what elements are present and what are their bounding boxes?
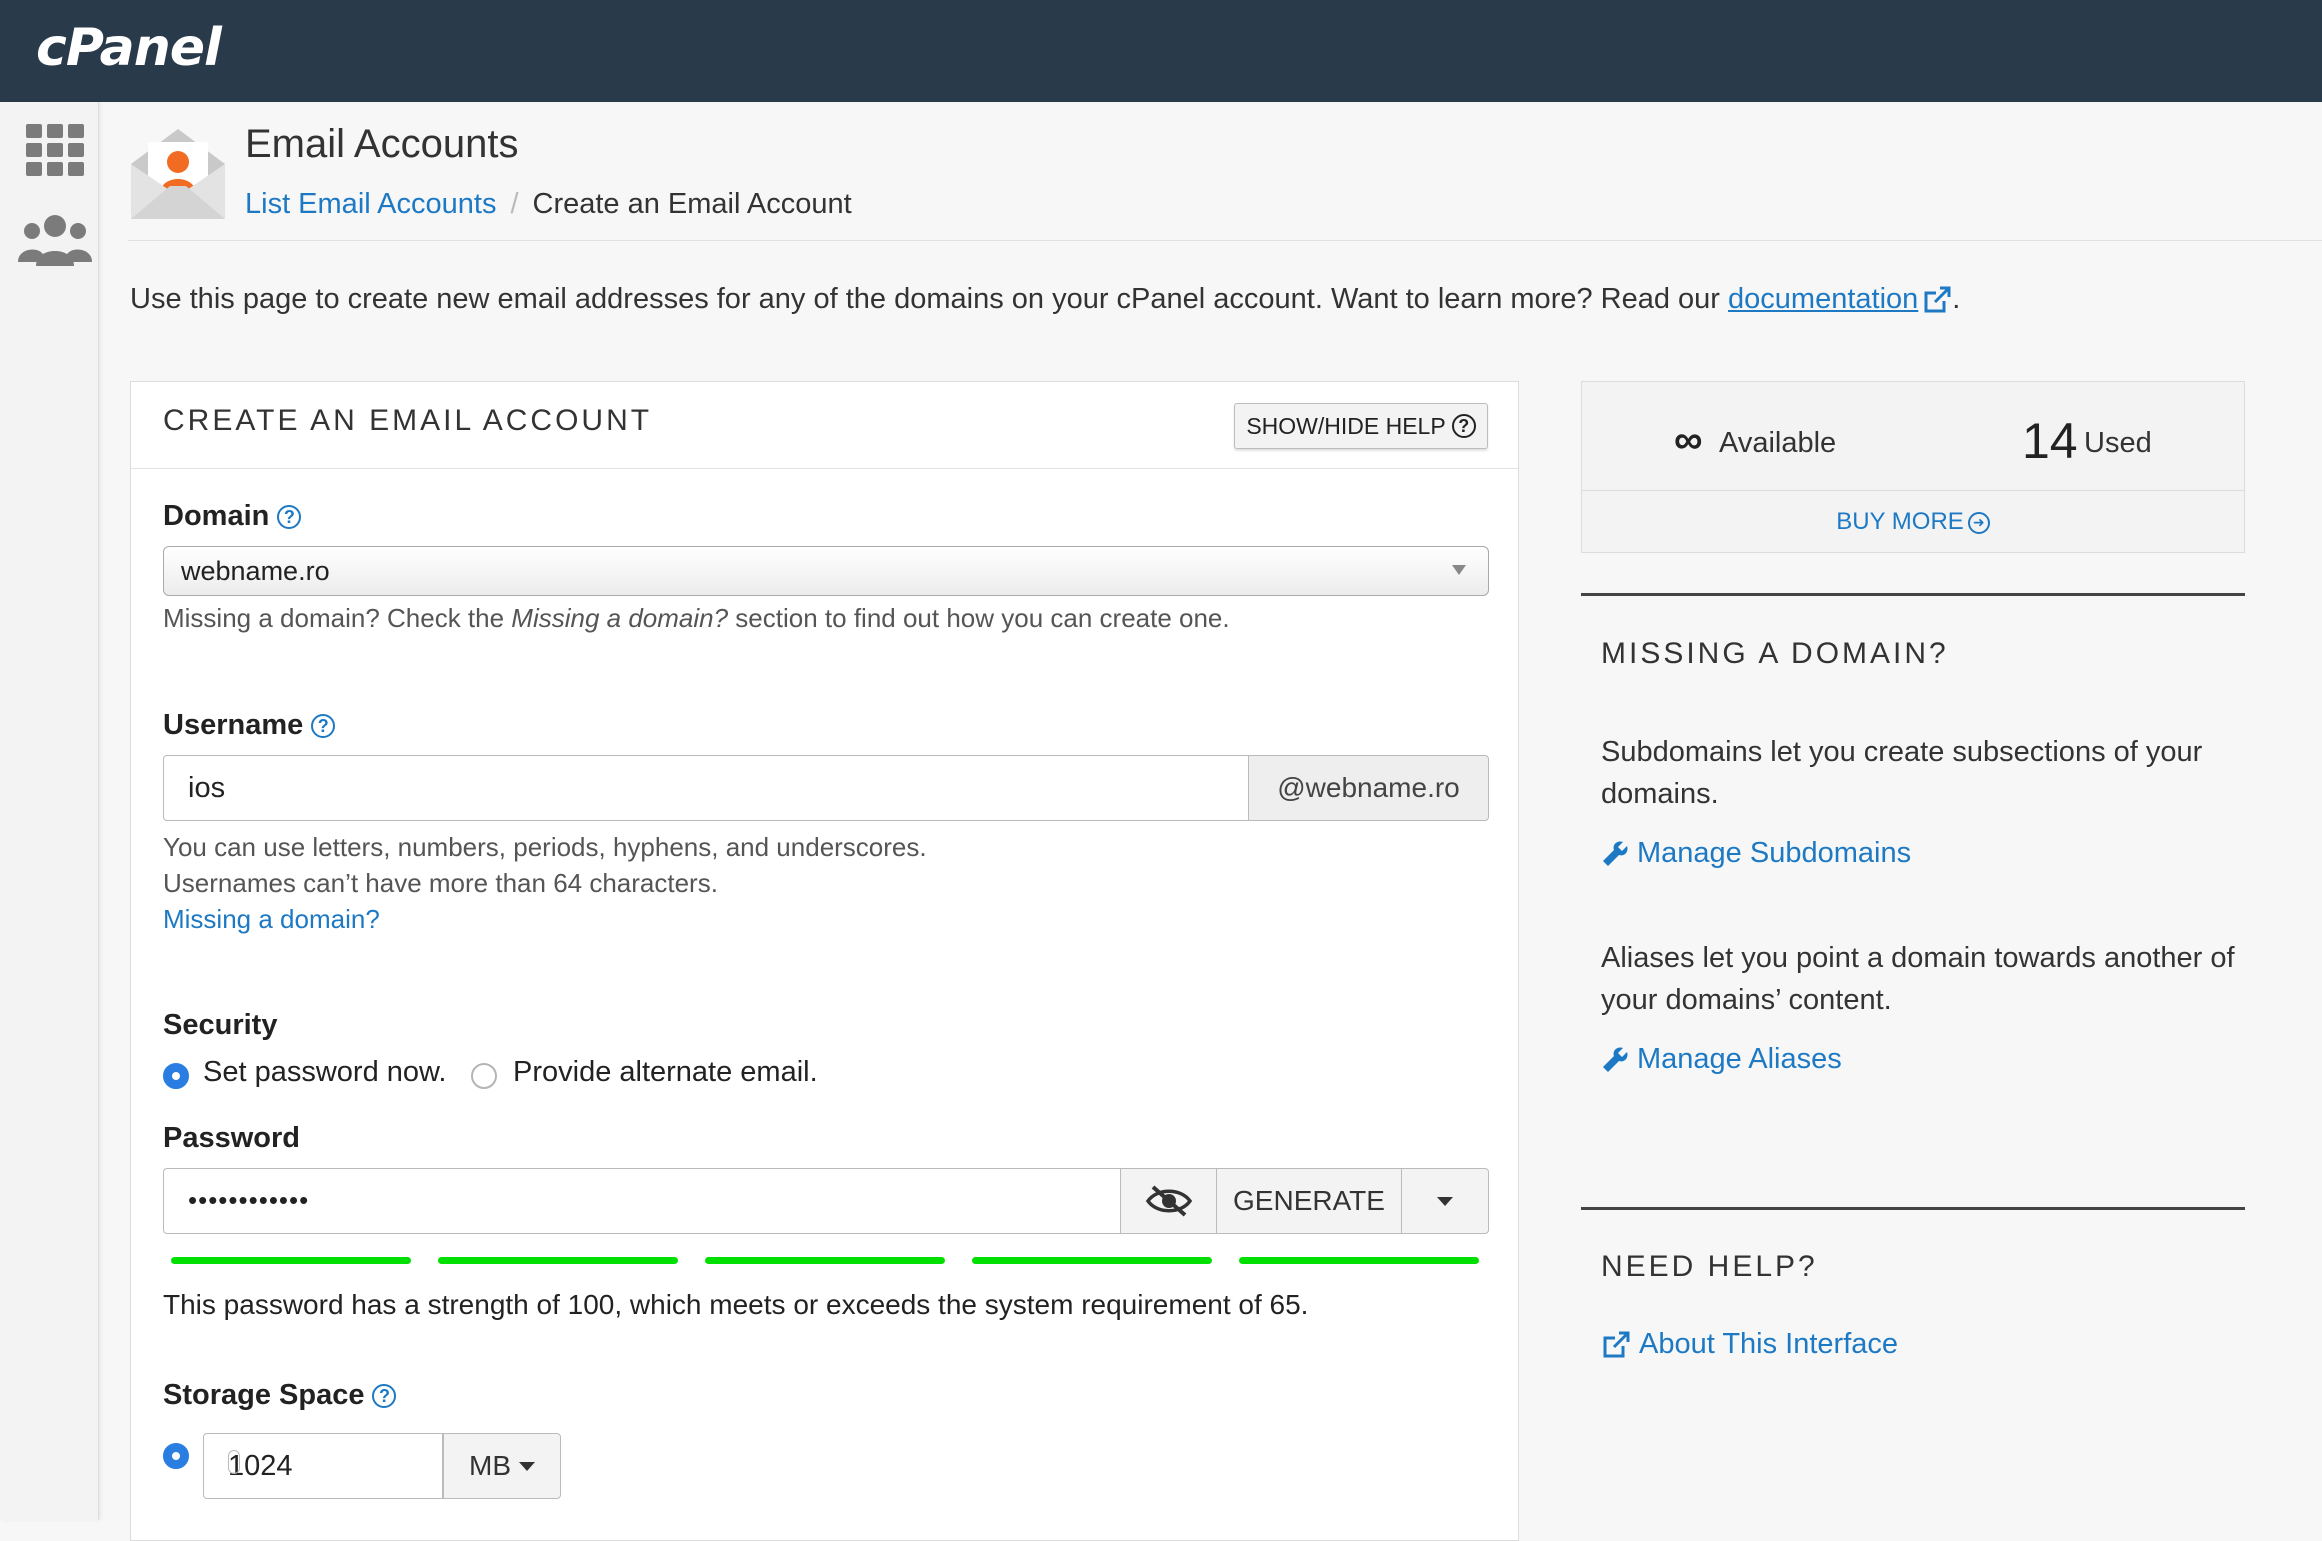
username-label-text: Username [163,709,304,741]
strength-text: This password has a strength of 100, whi… [163,1289,1309,1320]
email-accounts-icon [131,129,225,219]
cpanel-logo[interactable]: cPanel [36,18,222,78]
need-help-rule [1581,1207,2245,1210]
username-hint-1: You can use letters, numbers, periods, h… [163,832,927,862]
username-label: Username? [163,709,336,742]
account-usage-box: ∞ Available 14 Used BUY MORE ➜ [1581,381,2245,553]
header-divider [128,240,2322,241]
apps-grid-icon[interactable] [26,124,84,176]
password-label: Password [163,1122,300,1154]
page-title: Email Accounts [245,122,519,166]
toggle-password-visibility-button[interactable] [1120,1168,1217,1234]
username-help-icon[interactable]: ? [311,714,336,739]
domain-label: Domain? [163,500,302,533]
username-input[interactable]: ios [163,755,1257,821]
show-hide-help-button[interactable]: SHOW/HIDE HELP? [1234,403,1488,449]
generate-password-button[interactable]: GENERATE [1216,1168,1402,1234]
domain-select[interactable]: webname.ro [163,546,1489,596]
strength-segment [171,1257,411,1264]
buy-more-label: BUY MORE [1836,508,1964,535]
card-header: CREATE AN EMAIL ACCOUNT SHOW/HIDE HELP? [131,382,1518,469]
wrench-icon [1603,1046,1628,1072]
security-label: Security [163,1009,278,1041]
caret-down-icon [519,1461,535,1471]
domain-label-text: Domain [163,500,270,532]
password-input-value: •••••••••••• [188,1185,310,1215]
domain-hint-b: section to find out how you can create o… [728,603,1230,633]
intro-end: . [1952,283,1961,315]
top-bar: cPanel [0,0,2322,102]
chevron-down-icon [1452,565,1466,575]
password-input[interactable]: •••••••••••• [163,1168,1121,1234]
eye-slash-icon [1145,1185,1192,1217]
arrow-right-circle-icon: ➜ [1967,511,1990,534]
strength-segment [1239,1257,1479,1264]
domain-hint-em: Missing a domain? [511,603,729,633]
wrench-icon [1603,840,1628,866]
stepper-icon[interactable] [228,1450,240,1474]
infinity-icon: ∞ [1674,418,1703,462]
manage-subdomains-link[interactable]: Manage Subdomains [1601,837,1911,870]
breadcrumb-separator: / [510,188,519,220]
buy-more-button[interactable]: BUY MORE ➜ [1582,508,2244,536]
storage-quota-input[interactable]: 1024 [203,1433,443,1499]
sidebar [0,102,99,1520]
missing-domain-title: MISSING A DOMAIN? [1601,637,1949,670]
used-count: 14 [2022,413,2078,469]
strength-segment [438,1257,678,1264]
manage-aliases-label: Manage Aliases [1637,1043,1842,1075]
storage-label-text: Storage Space [163,1379,365,1411]
documentation-link[interactable]: documentation [1728,283,1918,315]
storage-help-icon[interactable]: ? [372,1384,397,1409]
storage-unit-label: MB [469,1450,511,1481]
domain-hint: Missing a domain? Check the Missing a do… [163,600,1230,636]
external-link-icon[interactable] [1922,285,1952,315]
about-interface-link[interactable]: About This Interface [1601,1328,1898,1361]
alternate-email-radio[interactable] [471,1063,497,1089]
caret-down-icon [1437,1196,1453,1206]
aliases-text: Aliases let you point a domain towards a… [1601,942,2235,1016]
external-link-icon [1603,1331,1630,1357]
storage-label: Storage Space? [163,1379,397,1412]
username-input-value: ios [188,772,226,804]
intro-body: Use this page to create new email addres… [130,283,1729,315]
help-icon: ? [1451,414,1476,438]
domain-hint-a: Missing a domain? Check the [163,603,512,633]
manage-subdomains-label: Manage Subdomains [1637,837,1912,869]
breadcrumb: List Email Accounts / Create an Email Acco… [245,188,852,221]
alternate-email-label[interactable]: Provide alternate email. [513,1056,818,1089]
set-password-radio[interactable] [163,1063,189,1089]
available-label: Available [1719,427,1837,459]
strength-segment [705,1257,945,1264]
help-button-label: SHOW/HIDE HELP [1246,412,1446,439]
intro-text: Use this page to create new email addres… [130,283,1960,316]
generate-options-dropdown[interactable] [1401,1168,1489,1234]
subdomains-text: Subdomains let you create subsections of… [1601,736,2203,810]
missing-domain-rule [1581,593,2245,596]
missing-domain-link[interactable]: Missing a domain? [163,901,380,937]
manage-aliases-link[interactable]: Manage Aliases [1601,1043,1842,1076]
card-title: CREATE AN EMAIL ACCOUNT [163,404,653,437]
username-hint-2: Usernames can’t have more than 64 charac… [163,868,718,898]
create-account-card: CREATE AN EMAIL ACCOUNT SHOW/HIDE HELP? … [130,381,1519,1541]
domain-select-value: webname.ro [181,556,330,586]
used-label: Used [2084,427,2152,459]
username-domain-suffix: @webname.ro [1248,755,1489,821]
domain-help-icon[interactable]: ? [277,505,302,530]
set-password-label[interactable]: Set password now. [203,1056,446,1089]
breadcrumb-current: Create an Email Account [532,188,852,220]
strength-segment [972,1257,1212,1264]
breadcrumb-list-email-accounts[interactable]: List Email Accounts [245,188,496,220]
users-icon[interactable] [18,214,92,266]
usage-divider [1582,490,2244,491]
about-interface-label: About This Interface [1639,1328,1899,1360]
storage-unit-dropdown[interactable]: MB [443,1433,561,1499]
need-help-title: NEED HELP? [1601,1250,1818,1283]
storage-custom-radio[interactable] [163,1443,189,1469]
